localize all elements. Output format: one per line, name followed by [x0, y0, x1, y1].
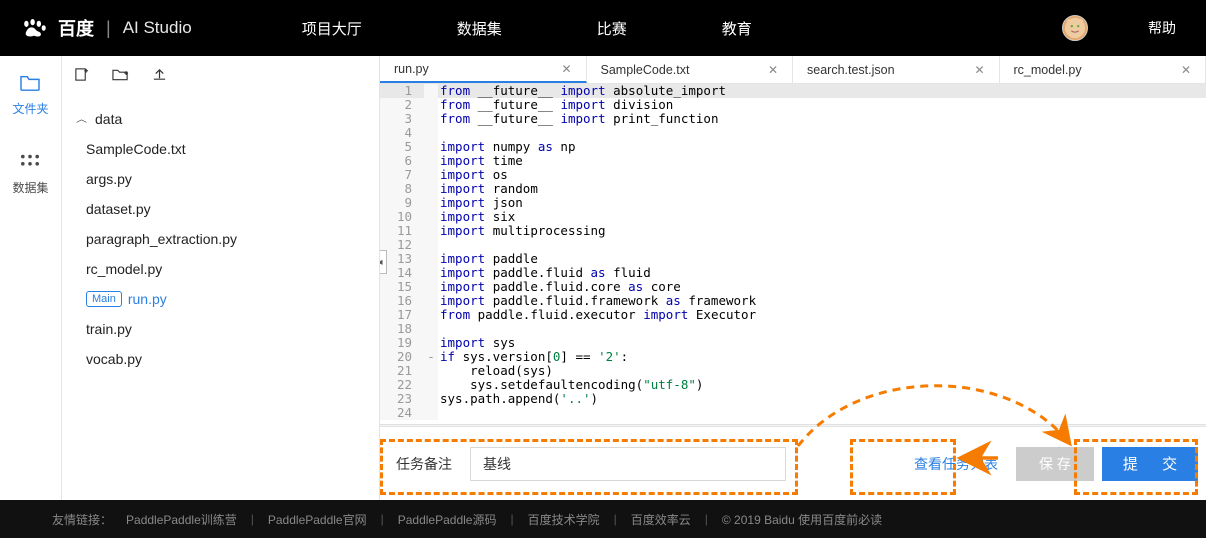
footer-link[interactable]: PaddlePaddle训练营	[126, 511, 237, 528]
close-icon[interactable]: ✕	[1181, 63, 1191, 77]
close-icon[interactable]: ✕	[974, 63, 984, 77]
rail-files-label: 文件夹	[12, 100, 48, 117]
top-nav: 百度 | AI Studio 项目大厅 数据集 比赛 教育 帮助	[0, 0, 1206, 56]
file-label: train.py	[86, 321, 132, 337]
footer-link[interactable]: PaddlePaddle官网	[268, 511, 367, 528]
main-badge: Main	[86, 291, 122, 307]
note-input[interactable]	[470, 447, 786, 481]
upload-icon[interactable]	[152, 67, 167, 85]
footer-link[interactable]: 百度技术学院	[528, 511, 600, 528]
nav-project-hall[interactable]: 项目大厅	[302, 18, 362, 39]
file-label: rc_model.py	[86, 261, 162, 277]
footer: 友情链接： PaddlePaddle训练营| PaddlePaddle官网| P…	[0, 500, 1206, 538]
nav-competition[interactable]: 比赛	[597, 18, 627, 39]
tab-samplecode[interactable]: SampleCode.txt ✕	[587, 56, 794, 83]
tab-run-py[interactable]: run.py ✕	[380, 56, 587, 83]
code-editor[interactable]: 1from __future__ import absolute_import2…	[380, 84, 1206, 424]
footer-link[interactable]: 百度效率云	[631, 511, 691, 528]
nav-links: 项目大厅 数据集 比赛 教育	[302, 18, 752, 39]
close-icon[interactable]: ✕	[561, 62, 571, 76]
brand-sep: |	[106, 18, 111, 39]
file-label: run.py	[128, 291, 167, 307]
tab-label: search.test.json	[807, 63, 895, 77]
file-item[interactable]: args.py	[78, 164, 379, 194]
save-button[interactable]: 保 存	[1016, 447, 1094, 481]
file-label: paragraph_extraction.py	[86, 231, 237, 247]
tab-search-test[interactable]: search.test.json ✕	[793, 56, 1000, 83]
avatar[interactable]	[1062, 15, 1088, 41]
view-tasks-link[interactable]: 查看任务列表	[910, 446, 1002, 482]
rail-datasets[interactable]: 数据集	[12, 153, 48, 196]
folder-data[interactable]: ︿ data	[68, 104, 379, 134]
file-panel: ︿data SampleCode.txt args.py dataset.py …	[62, 56, 380, 500]
new-folder-icon[interactable]	[112, 68, 129, 85]
file-item[interactable]: vocab.py	[78, 344, 379, 374]
file-label: vocab.py	[86, 351, 142, 367]
file-item[interactable]: rc_model.py	[78, 254, 379, 284]
file-label: SampleCode.txt	[86, 141, 186, 157]
file-label: args.py	[86, 171, 132, 187]
left-rail: 文件夹 数据集	[0, 56, 62, 500]
tab-rc-model[interactable]: rc_model.py ✕	[1000, 56, 1206, 83]
file-item[interactable]: SampleCode.txt	[78, 134, 379, 164]
submit-button[interactable]: 提 交	[1102, 447, 1198, 481]
note-label: 任务备注	[396, 454, 452, 474]
rail-datasets-label: 数据集	[12, 179, 48, 196]
logo[interactable]: 百度 | AI Studio	[20, 15, 192, 41]
file-tree: ︿data SampleCode.txt args.py dataset.py …	[62, 104, 379, 374]
tab-label: run.py	[394, 62, 429, 76]
editor-panel: run.py ✕ SampleCode.txt ✕ search.test.json…	[380, 56, 1206, 500]
rail-files[interactable]: 文件夹	[12, 74, 48, 117]
new-file-icon[interactable]	[74, 67, 89, 85]
tab-label: rc_model.py	[1014, 63, 1082, 77]
tab-label: SampleCode.txt	[601, 63, 690, 77]
nav-datasets[interactable]: 数据集	[457, 18, 502, 39]
file-item-active[interactable]: Main run.py	[78, 284, 379, 314]
footer-link[interactable]: PaddlePaddle源码	[398, 511, 497, 528]
editor-tabs: run.py ✕ SampleCode.txt ✕ search.test.json…	[380, 56, 1206, 84]
caret-icon: ︿	[76, 113, 87, 126]
file-label: dataset.py	[86, 201, 151, 217]
folder-label: data	[95, 111, 122, 127]
paw-icon	[20, 19, 48, 37]
file-item[interactable]: paragraph_extraction.py	[78, 224, 379, 254]
brand-ch: 百度	[58, 15, 94, 41]
close-icon[interactable]: ✕	[768, 63, 778, 77]
footer-prefix: 友情链接：	[52, 511, 112, 528]
panel-collapse-handle[interactable]	[380, 250, 387, 274]
task-bar: 任务备注 查看任务列表 保 存 提 交	[380, 426, 1206, 500]
footer-copyright: © 2019 Baidu 使用百度前必读	[722, 511, 882, 528]
brand-en: AI Studio	[123, 18, 192, 38]
file-item[interactable]: dataset.py	[78, 194, 379, 224]
file-item[interactable]: train.py	[78, 314, 379, 344]
nav-education[interactable]: 教育	[722, 18, 752, 39]
file-toolbar	[62, 56, 379, 86]
help-link[interactable]: 帮助	[1148, 18, 1176, 38]
